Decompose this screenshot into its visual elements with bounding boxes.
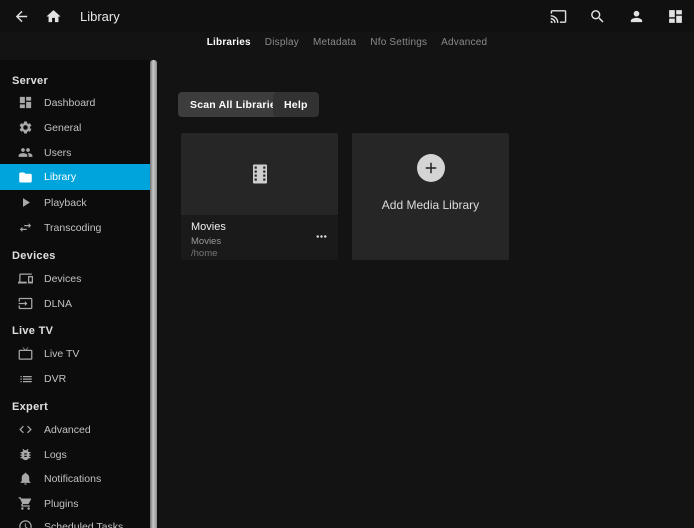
home-icon: [45, 8, 62, 25]
sidebar-item-general[interactable]: General: [0, 115, 150, 140]
sidebar-item-label: Users: [44, 147, 71, 159]
sidebar-header-devices: Devices: [12, 247, 56, 265]
sidebar-item-label: Playback: [44, 197, 87, 209]
library-card-path: /home: [191, 248, 328, 259]
plus-icon: [422, 159, 440, 177]
sidebar-item-label: Library: [44, 171, 76, 183]
sidebar-header-server: Server: [12, 72, 48, 90]
sidebar-item-label: DVR: [44, 373, 66, 385]
sidebar-item-plugins[interactable]: Plugins: [0, 491, 150, 516]
dashboard-button[interactable]: [662, 3, 688, 29]
tab-display[interactable]: Display: [265, 37, 299, 48]
sidebar-header-expert: Expert: [12, 398, 48, 416]
cart-icon: [18, 496, 33, 511]
arrow-back-icon: [13, 8, 30, 25]
sidebar-item-transcoding[interactable]: Transcoding: [0, 215, 150, 240]
cast-icon: [550, 8, 567, 25]
tab-advanced[interactable]: Advanced: [441, 37, 487, 48]
sidebar-item-devices[interactable]: Devices: [0, 266, 150, 291]
sidebar-item-playback[interactable]: Playback: [0, 190, 150, 215]
library-card-image: [181, 133, 338, 215]
sidebar-item-label: Transcoding: [44, 222, 101, 234]
sidebar-item-dashboard[interactable]: Dashboard: [0, 90, 150, 115]
topbar-right-group: [545, 0, 694, 32]
tab-libraries[interactable]: Libraries: [207, 37, 251, 48]
top-app-bar: Library: [0, 0, 694, 32]
sidebar-item-notifications[interactable]: Notifications: [0, 466, 150, 491]
list-icon: [18, 371, 33, 386]
help-button[interactable]: Help: [273, 92, 319, 117]
sidebar-item-label: General: [44, 122, 81, 134]
code-icon: [18, 422, 33, 437]
input-icon: [18, 296, 33, 311]
sidebar-item-dlna[interactable]: DLNA: [0, 291, 150, 316]
more-horizontal-icon: [314, 229, 329, 244]
swap-arrows-icon: [18, 220, 33, 235]
card-menu-button[interactable]: [312, 229, 330, 243]
plus-circle: [417, 154, 445, 182]
tab-nfo-settings[interactable]: Nfo Settings: [370, 37, 427, 48]
add-media-library-label: Add Media Library: [382, 198, 479, 212]
tab-metadata[interactable]: Metadata: [313, 37, 356, 48]
sidebar-header-live-tv: Live TV: [12, 322, 53, 340]
bell-icon: [18, 471, 33, 486]
bug-icon: [18, 447, 33, 462]
users-icon: [18, 145, 33, 160]
clock-icon: [18, 519, 33, 528]
sidebar-item-label: Dashboard: [44, 97, 95, 109]
sidebar-item-label: DLNA: [44, 298, 72, 310]
sidebar-item-label: Logs: [44, 449, 67, 461]
back-button[interactable]: [8, 3, 34, 29]
library-card-title: Movies: [191, 221, 328, 234]
sidebar-item-library[interactable]: Library: [0, 164, 150, 190]
search-icon: [589, 8, 606, 25]
search-button[interactable]: [584, 3, 610, 29]
sidebar-item-advanced[interactable]: Advanced: [0, 417, 150, 442]
sidebar-item-scheduled-tasks[interactable]: Scheduled Tasks: [0, 514, 150, 528]
home-button[interactable]: [40, 3, 66, 29]
sidebar-item-users[interactable]: Users: [0, 140, 150, 165]
library-card-subtitle: Movies: [191, 236, 328, 247]
add-card-content: Add Media Library: [352, 133, 509, 212]
folder-icon: [18, 170, 33, 185]
user-icon: [628, 8, 645, 25]
sidebar-item-live-tv[interactable]: Live TV: [0, 341, 150, 366]
sidebar-item-label: Scheduled Tasks: [44, 521, 123, 528]
topbar-left-group: Library: [0, 3, 120, 29]
add-media-library-card[interactable]: Add Media Library: [352, 133, 509, 260]
devices-icon: [18, 271, 33, 286]
page-title: Library: [80, 9, 120, 24]
cast-button[interactable]: [545, 3, 571, 29]
sidebar: Server Dashboard General Users Library P…: [0, 60, 150, 528]
tv-icon: [18, 346, 33, 361]
dashboard-icon: [18, 95, 33, 110]
play-icon: [18, 195, 33, 210]
sidebar-scrollbar[interactable]: [150, 60, 157, 528]
sidebar-item-label: Devices: [44, 273, 81, 285]
sidebar-item-label: Plugins: [44, 498, 78, 510]
user-button[interactable]: [623, 3, 649, 29]
sidebar-item-label: Advanced: [44, 424, 91, 436]
gear-icon: [18, 120, 33, 135]
sidebar-item-dvr[interactable]: DVR: [0, 366, 150, 391]
library-card-movies[interactable]: Movies Movies /home: [181, 133, 338, 260]
filmstrip-icon: [248, 162, 272, 186]
dashboard-icon: [667, 8, 684, 25]
library-card-footer: Movies Movies /home: [181, 215, 338, 259]
sidebar-item-label: Live TV: [44, 348, 79, 360]
sidebar-item-logs[interactable]: Logs: [0, 442, 150, 467]
settings-tab-bar: Libraries Display Metadata Nfo Settings …: [0, 32, 694, 52]
sidebar-item-label: Notifications: [44, 473, 101, 485]
